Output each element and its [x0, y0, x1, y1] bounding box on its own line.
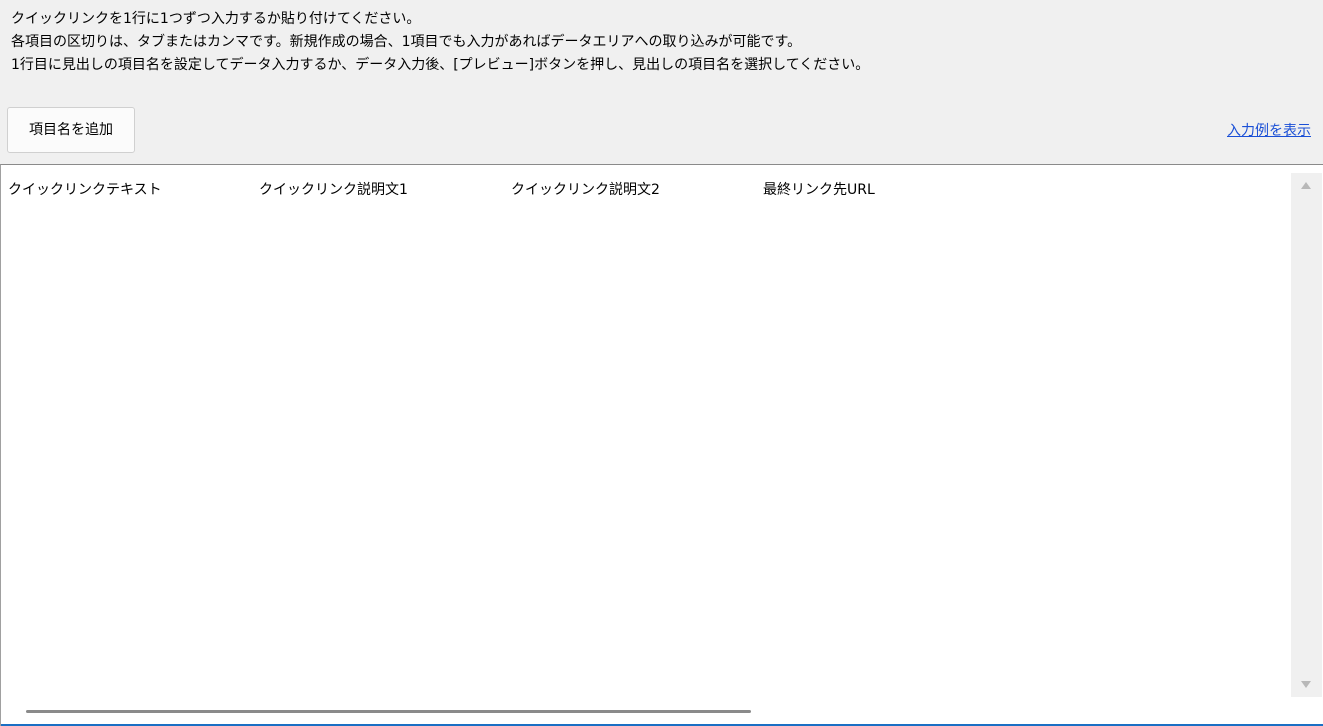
header-column-3: クイックリンク説明文2	[511, 182, 660, 198]
add-field-name-button[interactable]: 項目名を追加	[7, 107, 135, 153]
scroll-down-arrow-icon[interactable]	[1301, 681, 1311, 688]
header-column-4: 最終リンク先URL	[763, 182, 875, 198]
scroll-up-arrow-icon[interactable]	[1301, 182, 1311, 189]
instruction-line-3: 1行目に見出しの項目名を設定してデータ入力するか、データ入力後、[プレビュー]ボ…	[11, 57, 870, 73]
horizontal-scrollbar-thumb[interactable]	[26, 710, 751, 713]
vertical-scrollbar[interactable]	[1291, 173, 1322, 697]
instructions-text: クイックリンクを1行に1つずつ入力するか貼り付けてください。 各項目の区切りは、…	[11, 8, 869, 77]
show-example-link[interactable]: 入力例を表示	[1227, 120, 1311, 140]
instruction-line-1: クイックリンクを1行に1つずつ入力するか貼り付けてください。	[11, 11, 421, 27]
header-column-1: クイックリンクテキスト	[8, 182, 162, 198]
instruction-line-2: 各項目の区切りは、タブまたはカンマです。新規作成の場合、1項目でも入力があればデ…	[11, 34, 802, 50]
quick-link-input-area[interactable]: クイックリンクテキスト クイックリンク説明文1 クイックリンク説明文2 最終リン…	[0, 164, 1323, 726]
horizontal-scrollbar[interactable]	[1, 698, 1291, 724]
header-column-2: クイックリンク説明文1	[259, 182, 408, 198]
